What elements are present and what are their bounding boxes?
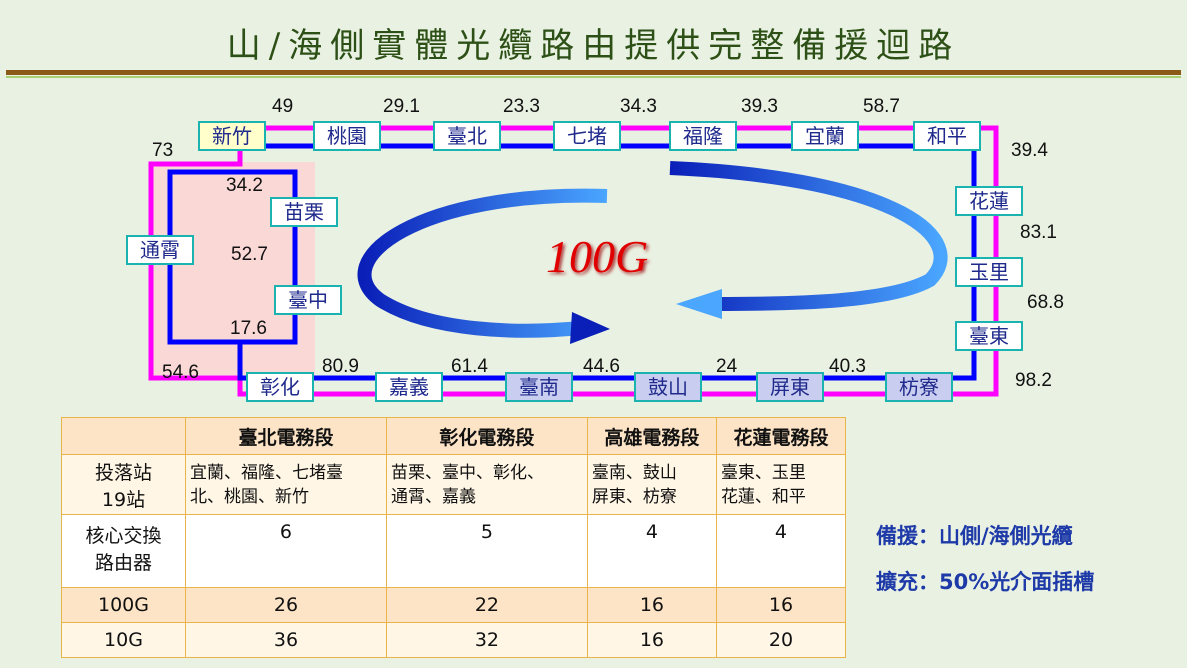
section-summary-table: 臺北電務段 彰化電務段 高雄電務段 花蓮電務段 投落站 19站 宜蘭、福隆、七堵… [61,417,847,658]
distance-label: 44.6 [583,356,620,377]
table-cell: 20 [715,622,847,658]
forward-arrow-head [676,289,722,319]
station-hualian: 花蓮 [955,186,1023,216]
station-yilan: 宜蘭 [791,121,859,151]
table-corner-cell [61,417,186,455]
table-cell: 6 [185,514,387,588]
row-label-line: 路由器 [94,552,152,574]
cell-line: 臺南、鼓山 [591,462,677,483]
station-qidu: 七堵 [553,121,621,151]
station-taidong: 臺東 [955,321,1023,351]
station-jiayi: 嘉義 [375,372,443,402]
speed-label: 100G [546,231,649,282]
station-pingdong: 屏東 [756,372,824,402]
distance-label: 61.4 [451,356,488,377]
table-cell: 16 [586,622,717,658]
table-header-cell: 高雄電務段 [586,417,717,455]
distance-label: 34.3 [620,96,657,117]
row-label-line: 19站 [101,488,146,511]
table-cell: 16 [586,587,717,623]
distance-label: 52.7 [231,244,268,265]
row-label: 投落站 19站 [61,454,186,515]
cell-line: 花蓮、和平 [720,486,806,507]
cell-line: 臺東、玉里 [720,462,806,483]
distance-label: 23.3 [503,96,540,117]
distance-label: 17.6 [230,318,267,339]
backup-note: 備援：山側/海側光纜 [876,524,1073,548]
table-cell: 臺東、玉里 花蓮、和平 [715,454,847,515]
table-cell: 26 [185,587,387,623]
cell-line: 通霄、嘉義 [390,486,476,507]
distance-label: 24 [716,356,738,377]
distance-label: 68.8 [1027,292,1064,313]
table-cell: 臺南、鼓山 屏東、枋寮 [586,454,717,515]
forward-arrow-body [669,161,948,311]
station-miaoli: 苗栗 [270,197,338,227]
table-row: 10G 36 32 16 20 [61,622,847,658]
table-cell: 16 [715,587,847,623]
distance-label: 49 [272,96,294,117]
distance-label: 34.2 [226,175,263,196]
table-header-cell: 花蓮電務段 [715,417,847,455]
table-cell: 5 [385,514,588,588]
return-arrow-head [570,312,610,344]
table-header-cell: 彰化電務段 [385,417,588,455]
station-heping: 和平 [913,121,981,151]
table-cell: 22 [385,587,588,623]
cell-line: 北、桃園、新竹 [190,486,309,507]
table-row: 投落站 19站 宜蘭、福隆、七堵臺 北、桃園、新竹 苗栗、臺中、彰化、 通霄、嘉… [61,454,847,515]
station-fulong: 福隆 [669,121,737,151]
station-fangliao: 枋寮 [885,372,953,402]
station-taibei: 臺北 [433,121,501,151]
table-cell: 36 [185,622,387,658]
table-row: 核心交換 路由器 6 5 4 4 [61,514,847,588]
distance-label: 98.2 [1015,370,1052,391]
station-xinzhu: 新竹 [198,121,266,151]
table-cell: 苗栗、臺中、彰化、 通霄、嘉義 [385,454,588,515]
row-label-line: 核心交換 [85,525,162,547]
table-header-cell: 臺北電務段 [185,417,387,455]
row-label-line: 投落站 [94,461,152,484]
row-label: 10G [61,622,186,658]
expansion-note: 擴充：50%光介面插槽 [876,570,1095,594]
distance-label: 39.3 [741,96,778,117]
distance-label: 73 [152,140,174,161]
distance-label: 58.7 [863,96,900,117]
distance-label: 80.9 [322,356,359,377]
station-taizhong: 臺中 [274,285,342,315]
station-gushan: 鼓山 [634,372,702,402]
row-label: 100G [61,587,186,623]
table-row: 100G 26 22 16 16 [61,587,847,623]
distance-label: 83.1 [1020,222,1057,243]
table-cell: 4 [715,514,847,588]
distance-label: 40.3 [829,356,866,377]
distance-label: 54.6 [162,362,199,383]
station-zhanghua: 彰化 [246,372,314,402]
cell-line: 苗栗、臺中、彰化、 [390,462,544,483]
station-tainan: 臺南 [505,372,573,402]
cell-line: 屏東、枋寮 [591,486,677,507]
station-yuli: 玉里 [955,257,1023,287]
row-label: 核心交換 路由器 [61,514,186,588]
table-cell: 宜蘭、福隆、七堵臺 北、桃園、新竹 [185,454,387,515]
cell-line: 宜蘭、福隆、七堵臺 [190,462,343,483]
table-cell: 32 [385,622,588,658]
distance-label: 39.4 [1011,140,1048,161]
table-header-row: 臺北電務段 彰化電務段 高雄電務段 花蓮電務段 [61,417,847,455]
station-taoyuan: 桃園 [313,121,381,151]
distance-label: 29.1 [383,96,420,117]
table-cell: 4 [586,514,717,588]
station-tongxiao: 通霄 [126,235,194,265]
